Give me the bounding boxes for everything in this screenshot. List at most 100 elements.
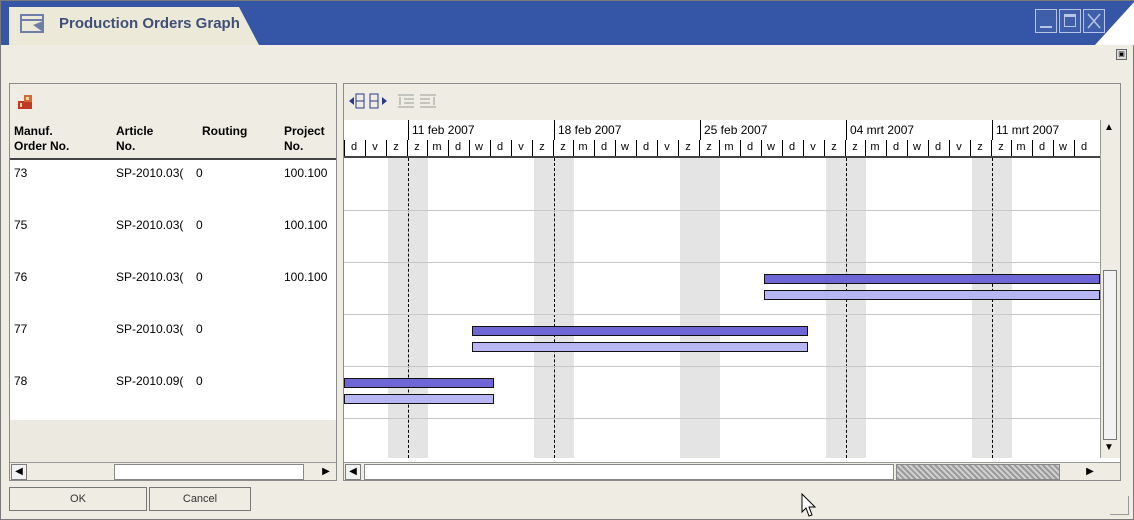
window-title: Production Orders Graph: [59, 15, 240, 32]
outdent-icon[interactable]: [418, 92, 438, 110]
scroll-right-button[interactable]: ▶: [318, 464, 334, 480]
zoom-in-icon[interactable]: [368, 92, 388, 110]
article-no-cell: SP-2010.03(: [116, 218, 184, 232]
order-list-panel: Manuf. Order No. Article No. Routing Proje…: [9, 83, 337, 481]
day-divider: [928, 140, 929, 156]
title-bar: Production Orders Graph: [1, 1, 1134, 45]
gantt-row: [344, 314, 1100, 367]
gantt-bar-order-78-actual[interactable]: [344, 394, 494, 404]
day-label: w: [621, 141, 629, 153]
day-label: d: [746, 141, 754, 153]
week-divider: [992, 120, 993, 140]
gantt-bar-order-77-actual[interactable]: [472, 342, 808, 352]
pin-icon[interactable]: ▣: [1116, 49, 1127, 60]
table-row[interactable]: 75 SP-2010.03( 0 100.100: [10, 212, 336, 265]
day-divider: [865, 140, 866, 156]
day-divider: [678, 140, 679, 156]
day-label: m: [724, 141, 734, 153]
production-orders-graph-window: Production Orders Graph ▣ Manuf. Order No…: [0, 0, 1134, 520]
vertical-scroll-thumb[interactable]: [1103, 270, 1117, 440]
day-divider: [907, 140, 908, 156]
cancel-button[interactable]: Cancel: [149, 487, 251, 511]
header-routing[interactable]: Routing: [202, 124, 247, 139]
horizontal-scroll-thumb[interactable]: [896, 464, 1060, 480]
day-divider: [991, 140, 992, 156]
day-label: d: [788, 141, 796, 153]
day-divider: [699, 140, 700, 156]
scroll-down-button[interactable]: ▼: [1104, 442, 1114, 453]
scroll-right-button[interactable]: ▶: [1082, 464, 1098, 480]
day-label: w: [913, 141, 921, 153]
header-order-no-line2: Order No.: [14, 139, 70, 153]
day-label: z: [977, 141, 983, 153]
day-divider: [1011, 140, 1012, 156]
horizontal-scroll-track[interactable]: [364, 464, 894, 480]
day-divider: [803, 140, 804, 156]
day-divider: [573, 140, 574, 156]
header-routing-line1: Routing: [202, 124, 248, 138]
minimize-button[interactable]: [1035, 9, 1057, 33]
timeline-day-header: dvzzmdwdvzzmdwdvzzmdwdvzzmdwdvzzmdwd: [344, 140, 1100, 158]
day-divider: [553, 140, 554, 156]
indent-icon[interactable]: [396, 92, 416, 110]
day-divider: [490, 140, 491, 156]
gantt-bar-order-77-planned[interactable]: [472, 326, 808, 336]
header-order-no-line1: Manuf.: [14, 124, 53, 138]
close-button[interactable]: [1083, 9, 1105, 33]
routing-cell: 0: [196, 218, 203, 232]
gantt-vertical-scrollbar[interactable]: ▲ ▼: [1100, 120, 1120, 458]
day-label: w: [767, 141, 775, 153]
day-divider: [761, 140, 762, 156]
gantt-bar-order-76-actual[interactable]: [764, 290, 1100, 300]
table-row[interactable]: 78 SP-2010.09( 0: [10, 368, 336, 421]
gantt-panel: 11 feb 2007 18 feb 2007 25 feb 2007 04 m…: [343, 83, 1121, 481]
zoom-out-icon[interactable]: [348, 92, 368, 110]
header-article-no-line1: Article: [116, 124, 154, 138]
header-article-no[interactable]: Article No.: [116, 124, 153, 154]
header-project-no[interactable]: Project No.: [284, 124, 325, 154]
day-divider: [448, 140, 449, 156]
scroll-left-button[interactable]: ◀: [11, 464, 27, 480]
scroll-up-button[interactable]: ▲: [1104, 122, 1114, 133]
left-scroll-thumb[interactable]: [114, 464, 304, 480]
day-divider: [594, 140, 595, 156]
window-controls: [1035, 9, 1105, 33]
order-table-header: Manuf. Order No. Article No. Routing Proje…: [10, 120, 336, 160]
mouse-cursor-icon: [801, 493, 817, 517]
gantt-horizontal-scrollbar[interactable]: ◀ ▶: [344, 462, 1120, 480]
table-row[interactable]: 77 SP-2010.03( 0: [10, 316, 336, 369]
day-divider: [740, 140, 741, 156]
week-label: 25 feb 2007: [704, 123, 768, 137]
week-divider: [408, 120, 409, 140]
gantt-bar-order-78-planned[interactable]: [344, 378, 494, 388]
day-divider: [782, 140, 783, 156]
routing-cell: 0: [196, 322, 203, 336]
day-divider: [615, 140, 616, 156]
day-divider: [1032, 140, 1033, 156]
ok-button[interactable]: OK: [9, 487, 147, 511]
gantt-row: [344, 262, 1100, 315]
left-toolbar: [10, 84, 336, 121]
production-order-icon[interactable]: [16, 92, 36, 112]
table-row[interactable]: 73 SP-2010.03( 0 100.100: [10, 160, 336, 213]
day-label: m: [578, 141, 588, 153]
day-label: d: [1038, 141, 1046, 153]
day-label: z: [831, 141, 837, 153]
day-divider: [407, 140, 408, 156]
timeline-week-header: 11 feb 2007 18 feb 2007 25 feb 2007 04 m…: [344, 120, 1100, 141]
maximize-button[interactable]: [1059, 9, 1081, 33]
day-label: d: [934, 141, 942, 153]
day-divider: [386, 140, 387, 156]
gantt-bar-order-76-planned[interactable]: [764, 274, 1100, 284]
left-horizontal-scrollbar[interactable]: ◀ ▶: [10, 462, 336, 480]
header-project-no-line2: No.: [284, 139, 304, 153]
header-order-no[interactable]: Manuf. Order No.: [14, 124, 69, 154]
scroll-left-button[interactable]: ◀: [345, 464, 361, 480]
resize-grip[interactable]: [1110, 496, 1129, 515]
day-label: v: [664, 141, 670, 153]
day-divider: [636, 140, 637, 156]
day-label: z: [539, 141, 545, 153]
day-divider: [532, 140, 533, 156]
table-row[interactable]: 76 SP-2010.03( 0 100.100: [10, 264, 336, 317]
day-divider: [657, 140, 658, 156]
